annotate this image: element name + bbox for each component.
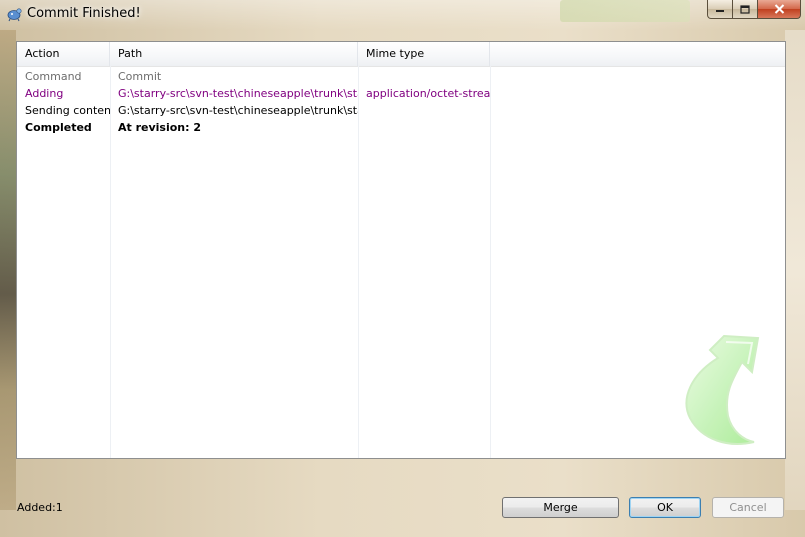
minimize-button[interactable]	[707, 0, 733, 19]
window-controls	[707, 0, 801, 20]
minimize-icon	[716, 10, 724, 12]
close-button[interactable]	[758, 0, 801, 19]
list-row-command[interactable]: Command Commit	[17, 68, 785, 85]
ok-button[interactable]: OK	[629, 497, 701, 518]
column-header-action[interactable]: Action	[17, 42, 110, 66]
maximize-button[interactable]	[733, 0, 758, 19]
window-title: Commit Finished!	[27, 6, 141, 21]
list-row-sending[interactable]: Sending content G:\starry-src\svn-test\c…	[17, 102, 785, 119]
row-action: Sending content	[25, 104, 110, 117]
row-mime-type: application/octet-stream	[366, 87, 490, 100]
column-header-path[interactable]: Path	[110, 42, 358, 66]
row-action: Command	[25, 70, 82, 83]
tortoisesvn-icon	[7, 8, 22, 22]
green-commit-arrow-icon	[685, 334, 760, 445]
row-mime-type	[358, 102, 490, 119]
row-action: Adding	[25, 87, 64, 100]
row-mime-type	[358, 119, 490, 136]
list-row-adding[interactable]: Adding G:\starry-src\svn-test\chineseapp…	[17, 85, 785, 102]
row-path: G:\starry-src\svn-test\chineseapple\trun…	[118, 87, 358, 100]
column-header-empty[interactable]	[490, 42, 785, 66]
close-icon	[774, 4, 784, 14]
list-row-completed[interactable]: Completed At revision: 2	[17, 119, 785, 136]
row-mime-type	[358, 68, 490, 85]
background-blur-right	[785, 30, 805, 510]
title-bar[interactable]: Commit Finished!	[0, 0, 805, 30]
cancel-button[interactable]: Cancel	[712, 497, 784, 518]
row-path: G:\starry-src\svn-test\chineseapple\trun…	[118, 104, 358, 117]
maximize-icon	[740, 4, 750, 14]
row-action: Completed	[25, 121, 92, 134]
row-path: At revision: 2	[118, 121, 202, 134]
column-header-mime-type[interactable]: Mime type	[358, 42, 490, 66]
row-path: Commit	[118, 70, 162, 83]
list-header: Action Path Mime type	[17, 42, 785, 67]
merge-button[interactable]: Merge	[502, 497, 619, 518]
added-count: Added:1	[17, 501, 63, 514]
background-blur-left	[0, 30, 16, 510]
list-rows: Command Commit Adding G:\starry-src\svn-…	[17, 68, 785, 136]
commit-log-list[interactable]: Action Path Mime type Command Commit Add…	[16, 41, 786, 459]
